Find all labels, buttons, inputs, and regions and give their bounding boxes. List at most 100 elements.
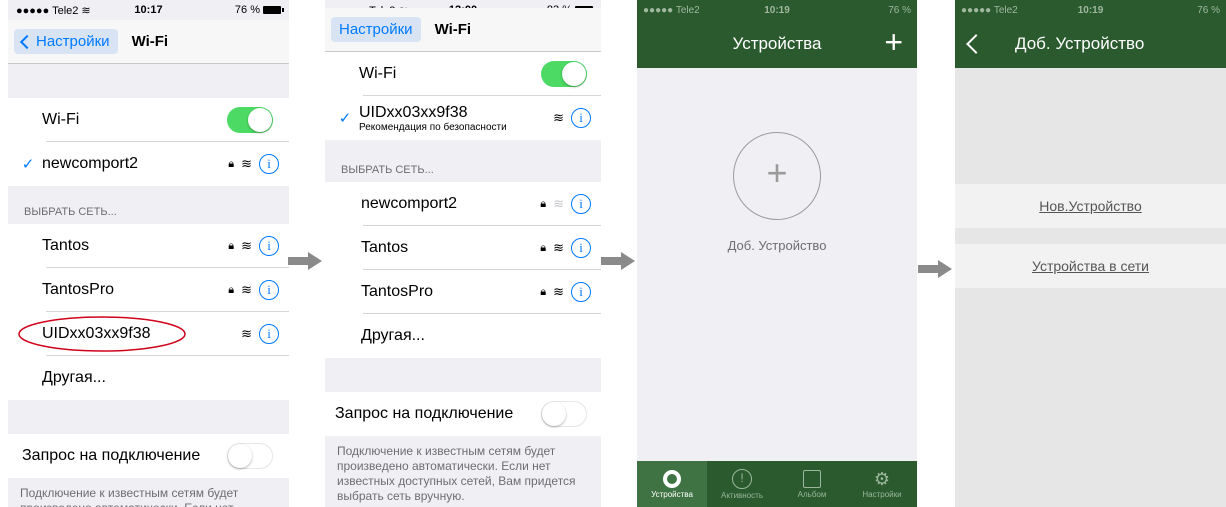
wifi-toggle[interactable]: [541, 61, 587, 87]
red-ellipse-annotation: [18, 316, 186, 352]
info-icon[interactable]: i: [259, 154, 279, 174]
other-network-row[interactable]: Другая...: [325, 314, 601, 358]
wifi-toggle[interactable]: [227, 107, 273, 133]
plus-icon: +: [766, 152, 788, 193]
image-icon: [803, 469, 821, 488]
network-name: Tantos: [42, 237, 90, 254]
arrow-right-icon: [601, 252, 635, 270]
arrow-right-icon: [288, 252, 322, 270]
other-network-label: Другая...: [361, 327, 425, 344]
tab-album[interactable]: Альбом: [777, 461, 847, 507]
wifi-label: Wi-Fi: [359, 65, 397, 82]
status-bar: ●●●●● Tele2 ≋ 10:17 76 %: [8, 0, 289, 20]
wifi-label: Wi-Fi: [42, 111, 80, 128]
ask-to-join-label: Запрос на подключение: [22, 447, 201, 464]
lock-icon: 🔒︎: [540, 241, 547, 254]
nav-bar: Устройства +: [637, 20, 917, 68]
alert-circle-icon: !: [732, 468, 752, 489]
network-name: newcomport2: [361, 195, 458, 212]
network-row[interactable]: Tantos 🔒︎ ≋ i: [8, 224, 289, 268]
network-row[interactable]: TantosPro 🔒︎ ≋ i: [325, 270, 601, 314]
info-icon[interactable]: i: [259, 236, 279, 256]
tab-bar: Устройства ! Активность Альбом ⚙ Настрой…: [637, 461, 917, 507]
network-name: TantosPro: [361, 283, 434, 300]
add-device-label: Доб. Устройство: [727, 238, 827, 253]
status-bar: ●●●●● Tele2 10:19 76 %: [955, 0, 1226, 20]
network-devices-link[interactable]: Устройства в сети: [955, 244, 1226, 288]
tab-devices[interactable]: Устройства: [637, 461, 707, 507]
gear-icon: ⚙: [873, 468, 891, 489]
wifi-toggle-row: Wi-Fi: [325, 52, 601, 96]
security-recommendation: Рекомендация по безопасности: [359, 121, 507, 133]
page-title: Доб. Устройство: [1015, 34, 1145, 53]
connected-network-row[interactable]: ✓ UIDxx03xx9f38 Рекомендация по безопасн…: [325, 96, 601, 140]
wifi-icon: ≋: [553, 196, 564, 211]
carrier: Tele2: [675, 4, 700, 16]
nav-bar: Настройки Wi-Fi: [8, 20, 289, 64]
ask-to-join-toggle[interactable]: [541, 401, 587, 427]
info-icon[interactable]: i: [571, 238, 591, 258]
wifi-icon: ≋: [241, 282, 252, 297]
lock-icon: 🔒︎: [228, 239, 235, 252]
wifi-icon: ≋: [553, 284, 564, 299]
section-header: ВЫБРАТЬ СЕТЬ...: [24, 206, 117, 218]
page-title: Устройства: [732, 34, 822, 53]
chevron-left-icon: [19, 34, 35, 49]
connected-network-row[interactable]: ✓ newcomport2 🔒︎ ≋ i: [8, 142, 289, 186]
carrier: Tele2: [993, 4, 1018, 16]
back-button[interactable]: Настройки: [331, 17, 421, 42]
back-button[interactable]: Настройки: [14, 29, 118, 54]
battery-percent: 76 %: [888, 4, 911, 16]
other-network-row[interactable]: Другая...: [8, 356, 289, 400]
panel-devices-app: ●●●●● Tele2 10:19 76 % Устройства + + До…: [637, 0, 917, 507]
ask-to-join-row: Запрос на подключение: [8, 434, 289, 478]
network-row[interactable]: newcomport2 🔒︎ ≋ i: [325, 182, 601, 226]
info-icon[interactable]: i: [259, 280, 279, 300]
network-name: TantosPro: [42, 281, 115, 298]
panel-wifi-settings-2: ●●●●● Tele2 ≋ 12:00 83 % Настройки Wi-Fi…: [325, 0, 601, 507]
camera-icon: [663, 469, 681, 488]
wifi-icon: ≋: [241, 156, 252, 171]
back-label: Настройки: [36, 33, 110, 50]
tab-settings[interactable]: ⚙ Настройки: [847, 461, 917, 507]
wifi-icon: ≋: [553, 110, 564, 125]
section-header: ВЫБРАТЬ СЕТЬ...: [341, 164, 434, 176]
lock-icon: 🔒︎: [540, 285, 547, 298]
ask-to-join-row: Запрос на подключение: [325, 392, 601, 436]
connected-network-name: newcomport2: [42, 155, 139, 172]
back-label: Настройки: [339, 21, 413, 38]
add-device-circle-button[interactable]: +: [733, 132, 821, 220]
ask-to-join-label: Запрос на подключение: [335, 405, 514, 422]
network-row[interactable]: TantosPro 🔒︎ ≋ i: [8, 268, 289, 312]
carrier: Tele2: [52, 4, 79, 17]
info-icon[interactable]: i: [571, 108, 591, 128]
panel-wifi-settings-1: ●●●●● Tele2 ≋ 10:17 76 % Настройки Wi-Fi…: [8, 0, 289, 507]
new-device-link[interactable]: Нов.Устройство: [955, 184, 1226, 228]
info-icon[interactable]: i: [571, 282, 591, 302]
status-bar: ●●●●● Tele2 10:19 76 %: [637, 0, 917, 20]
network-row-highlighted[interactable]: UIDxx03xx9f38 ≋ i: [8, 312, 289, 356]
page-title: Wi-Fi: [131, 33, 169, 50]
wifi-icon: ≋: [241, 326, 252, 341]
tab-activity[interactable]: ! Активность: [707, 461, 777, 507]
clock: 10:17: [134, 4, 163, 16]
back-chevron-icon[interactable]: [966, 34, 986, 54]
checkmark-icon: ✓: [338, 110, 352, 127]
ask-to-join-toggle[interactable]: [227, 443, 273, 469]
clock: 10:19: [764, 4, 790, 16]
footnote: Подключение к известным сетям будет прои…: [20, 486, 239, 507]
network-name: Tantos: [361, 239, 409, 256]
nav-bar: Настройки Wi-Fi: [325, 8, 601, 52]
footnote: Подключение к известным сетям будет прои…: [337, 444, 576, 503]
info-icon[interactable]: i: [259, 324, 279, 344]
connected-network-name: UIDxx03xx9f38: [359, 103, 468, 121]
plus-icon[interactable]: +: [884, 26, 903, 58]
wifi-icon: ≋: [553, 240, 564, 255]
arrow-right-icon: [918, 260, 952, 278]
clock: 10:19: [1077, 4, 1104, 16]
lock-icon: 🔒︎: [540, 197, 547, 210]
info-icon[interactable]: i: [571, 194, 591, 214]
battery-icon: [263, 6, 284, 15]
network-row[interactable]: Tantos 🔒︎ ≋ i: [325, 226, 601, 270]
wifi-icon: ≋: [241, 238, 252, 253]
